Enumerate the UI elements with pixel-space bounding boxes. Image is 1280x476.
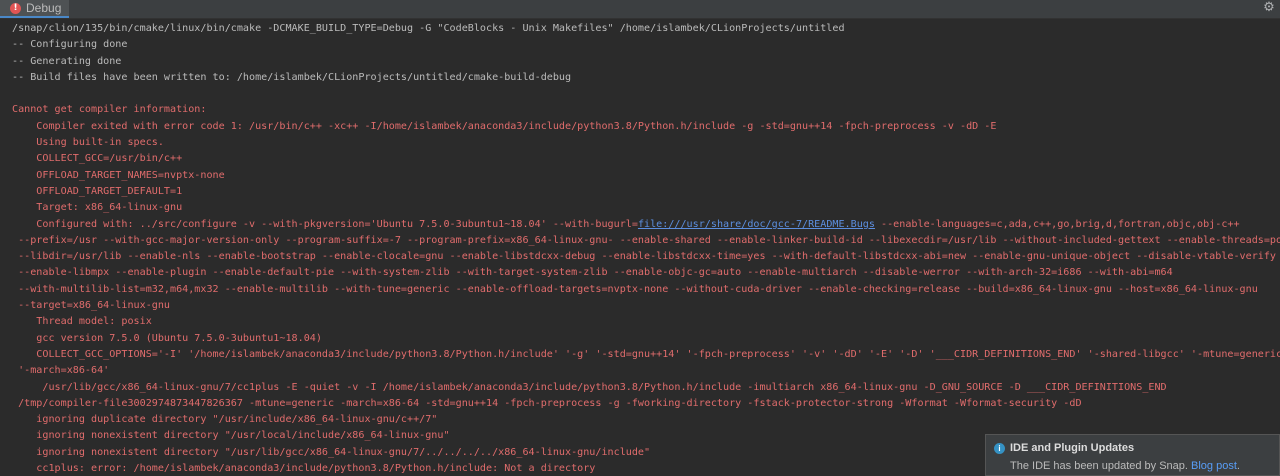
tab-label: Debug <box>26 1 62 15</box>
console-line: Target: x86_64-linux-gnu <box>12 200 1280 216</box>
console-line: COLLECT_GCC=/usr/bin/c++ <box>12 151 1280 167</box>
console-line-text: --libdir=/usr/lib --enable-nls --enable-… <box>12 251 1277 263</box>
console-line-text: ignoring nonexistent directory "/usr/loc… <box>12 430 450 442</box>
console-line: -- Configuring done <box>12 37 1280 53</box>
console-line: COLLECT_GCC_OPTIONS='-I' '/home/islambek… <box>12 347 1280 363</box>
console-line-text: Configured with: ../src/configure -v --w… <box>12 218 638 230</box>
console-line-text: -- Generating done <box>12 55 122 67</box>
console-line: /snap/clion/135/bin/cmake/linux/bin/cmak… <box>12 21 1280 37</box>
notification-text: The IDE has been updated by Snap. <box>1010 460 1188 472</box>
console-line: --libdir=/usr/lib --enable-nls --enable-… <box>12 249 1280 265</box>
console-line: Using built-in specs. <box>12 135 1280 151</box>
console-line-text: COLLECT_GCC_OPTIONS='-I' '/home/islambek… <box>12 348 1280 360</box>
console-line-text: COLLECT_GCC=/usr/bin/c++ <box>12 153 183 165</box>
console-line: -- Build files have been written to: /ho… <box>12 70 1280 86</box>
console-line: --prefix=/usr --with-gcc-major-version-o… <box>12 233 1280 249</box>
console-line: OFFLOAD_TARGET_DEFAULT=1 <box>12 184 1280 200</box>
console-line: '-march=x86-64' <box>12 363 1280 379</box>
tab-debug[interactable]: ! Debug <box>0 0 70 18</box>
console-line: /tmp/compiler-file3002974873447826367 -m… <box>12 396 1280 412</box>
console-line: Compiler exited with error code 1: /usr/… <box>12 119 1280 135</box>
notification-body: The IDE has been updated by Snap. Blog p… <box>1010 460 1240 472</box>
console-line-text: --prefix=/usr --with-gcc-major-version-o… <box>12 234 1280 246</box>
console-line-text: OFFLOAD_TARGET_NAMES=nvptx-none <box>12 169 225 181</box>
console-line-text: Cannot get compiler information: <box>12 104 207 116</box>
console-line-text: Compiler exited with error code 1: /usr/… <box>12 120 997 132</box>
console-line: /usr/lib/gcc/x86_64-linux-gnu/7/cc1plus … <box>12 380 1280 396</box>
console-line: --with-multilib-list=m32,m64,mx32 --enab… <box>12 282 1280 298</box>
console-line: gcc version 7.5.0 (Ubuntu 7.5.0-3ubuntu1… <box>12 331 1280 347</box>
console-line-text: ignoring duplicate directory "/usr/inclu… <box>12 414 438 426</box>
console-line: --target=x86_64-linux-gnu <box>12 298 1280 314</box>
console-line: --enable-libmpx --enable-plugin --enable… <box>12 265 1280 281</box>
console-line: -- Generating done <box>12 54 1280 70</box>
console-line-text: /tmp/compiler-file3002974873447826367 -m… <box>12 397 1082 409</box>
console-line-text: --target=x86_64-linux-gnu <box>12 300 171 312</box>
info-icon: i <box>994 443 1005 454</box>
console-line-text: -- Configuring done <box>12 39 128 51</box>
notification-title: IDE and Plugin Updates <box>1010 442 1135 454</box>
console-line: OFFLOAD_TARGET_NAMES=nvptx-none <box>12 168 1280 184</box>
console-line-text: Target: x86_64-linux-gnu <box>12 202 183 214</box>
console-line-text: /snap/clion/135/bin/cmake/linux/bin/cmak… <box>12 23 845 34</box>
console-line-text: ignoring nonexistent directory "/usr/lib… <box>12 446 651 458</box>
bugurl-link[interactable]: file:///usr/share/doc/gcc-7/README.Bugs <box>638 219 875 230</box>
console-line: ignoring duplicate directory "/usr/inclu… <box>12 412 1280 428</box>
console-line-text: --with-multilib-list=m32,m64,mx32 --enab… <box>12 283 1258 295</box>
console-line-text: --enable-libmpx --enable-plugin --enable… <box>12 267 1173 279</box>
console-output: /snap/clion/135/bin/cmake/linux/bin/cmak… <box>0 19 1280 476</box>
console-line: Configured with: ../src/configure -v --w… <box>12 217 1280 233</box>
console-line-text: OFFLOAD_TARGET_DEFAULT=1 <box>12 185 183 197</box>
error-icon: ! <box>10 2 21 14</box>
console-line-text: cc1plus: error: /home/islambek/anaconda3… <box>12 463 596 475</box>
tool-window-header: ! Debug ⚙ <box>0 0 1280 19</box>
notification-balloon[interactable]: i IDE and Plugin Updates The IDE has bee… <box>985 434 1280 476</box>
console-line-text: gcc version 7.5.0 (Ubuntu 7.5.0-3ubuntu1… <box>12 332 322 344</box>
console-line-text: Using built-in specs. <box>12 137 164 149</box>
console-line: Cannot get compiler information: <box>12 102 1280 118</box>
console-line-text: /usr/lib/gcc/x86_64-linux-gnu/7/cc1plus … <box>12 381 1167 393</box>
console-line-text: '-march=x86-64' <box>12 365 110 377</box>
notification-period: . <box>1236 460 1240 472</box>
console-line-text: Thread model: posix <box>12 316 152 328</box>
gear-icon[interactable]: ⚙ <box>1262 1 1276 15</box>
console-line-text: -- Build files have been written to: /ho… <box>12 71 572 83</box>
console-line-text-after: --enable-languages=c,ada,c++,go,brig,d,f… <box>874 218 1240 230</box>
console-line: Thread model: posix <box>12 314 1280 330</box>
blog-post-link[interactable]: Blog post <box>1191 460 1237 472</box>
